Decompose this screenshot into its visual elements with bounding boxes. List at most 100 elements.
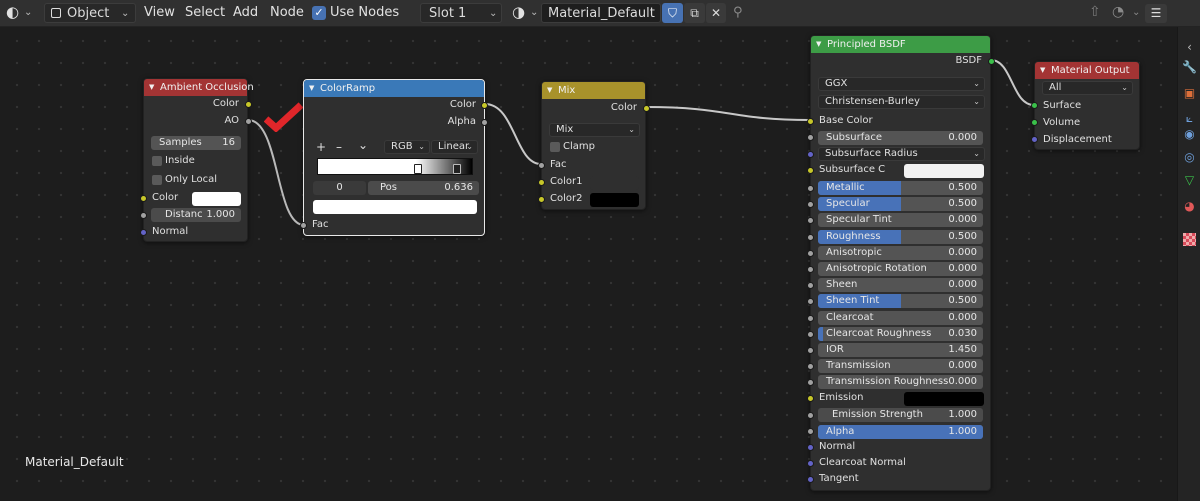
- data-icon[interactable]: ▽: [1182, 173, 1197, 188]
- close-icon[interactable]: ✕: [706, 3, 726, 23]
- constraint-icon[interactable]: ◎: [1182, 150, 1197, 165]
- chevron-down-icon[interactable]: ⌄: [1132, 0, 1140, 27]
- slider-clearcoat-roughness[interactable]: Clearcoat Roughness 0.030: [818, 327, 983, 341]
- grid-icon[interactable]: ☰: [1145, 4, 1167, 23]
- gradient-bar[interactable]: [317, 158, 473, 175]
- samples-field[interactable]: Samples 16: [151, 136, 241, 150]
- collapse-icon[interactable]: ▼: [1040, 62, 1045, 79]
- menu-view[interactable]: View: [144, 0, 175, 27]
- slider-clearcoat[interactable]: Clearcoat 0.000: [818, 311, 983, 325]
- subsurface-radius-socket[interactable]: [807, 151, 814, 158]
- ramp-menu-button[interactable]: ⌄: [358, 138, 368, 152]
- slider-socket[interactable]: [807, 282, 814, 289]
- mode-dropdown[interactable]: Object ⌄: [44, 3, 136, 23]
- input-color2-socket[interactable]: [538, 196, 545, 203]
- distance-field[interactable]: Distanc 1.000: [151, 208, 241, 222]
- slider-socket[interactable]: [807, 185, 814, 192]
- texture-icon[interactable]: [1183, 233, 1196, 246]
- interpolation-dropdown[interactable]: Linear ⌄: [431, 140, 478, 154]
- color2-swatch[interactable]: [590, 193, 639, 207]
- slider-specular-tint[interactable]: Specular Tint 0.000: [818, 213, 983, 227]
- menu-select[interactable]: Select: [185, 0, 225, 27]
- tool-icon[interactable]: 🔧: [1182, 60, 1197, 75]
- pin-icon[interactable]: ⚲: [733, 0, 743, 27]
- volume-socket[interactable]: [1031, 119, 1038, 126]
- tangent-socket[interactable]: [807, 476, 814, 483]
- slider-roughness[interactable]: Roughness 0.500: [818, 230, 983, 244]
- input-color-swatch[interactable]: [192, 192, 241, 206]
- alpha-socket[interactable]: [807, 428, 814, 435]
- slider-socket[interactable]: [807, 315, 814, 322]
- input-fac-socket[interactable]: [538, 162, 545, 169]
- menu-node[interactable]: Node: [270, 0, 304, 27]
- emission-swatch[interactable]: [904, 392, 984, 406]
- node-mix[interactable]: ▼ Mix Color Mix ⌄ Clamp Fac Color1 Color2: [538, 81, 650, 210]
- output-bsdf-socket[interactable]: [988, 58, 995, 65]
- material-icon[interactable]: ◕: [1182, 199, 1197, 214]
- input-color1-socket[interactable]: [538, 179, 545, 186]
- node-colorramp[interactable]: ▼ ColorRamp Color Alpha + – ⌄ RGB ⌄ Linear…: [300, 79, 488, 236]
- distribution-dropdown[interactable]: GGX ⌄: [818, 77, 985, 91]
- collapse-icon[interactable]: ▼: [149, 79, 154, 96]
- slider-socket[interactable]: [807, 363, 814, 370]
- only-local-checkbox[interactable]: [152, 175, 162, 185]
- duplicate-icon[interactable]: ⧉: [684, 3, 705, 23]
- subsurface-socket[interactable]: [807, 134, 814, 141]
- slider-ior[interactable]: IOR 1.450: [818, 343, 983, 357]
- slider-socket[interactable]: [807, 347, 814, 354]
- ramp-stop-handle[interactable]: [414, 164, 422, 174]
- output-color-socket[interactable]: [643, 105, 650, 112]
- slider-socket[interactable]: [807, 217, 814, 224]
- menu-add[interactable]: Add: [233, 0, 258, 27]
- remove-stop-button[interactable]: –: [336, 140, 342, 154]
- material-sphere-icon[interactable]: ◑: [512, 0, 525, 27]
- chevron-down-icon[interactable]: ⌄: [24, 7, 32, 18]
- inside-checkbox[interactable]: [152, 156, 162, 166]
- stop-position-field[interactable]: Pos 0.636: [368, 181, 479, 195]
- emission-socket[interactable]: [807, 395, 814, 402]
- chevron-down-icon[interactable]: ⌄: [530, 7, 538, 18]
- slider-metallic[interactable]: Metallic 0.500: [818, 181, 983, 195]
- slider-sheen[interactable]: Sheen 0.000: [818, 278, 983, 292]
- output-color-socket[interactable]: [245, 101, 252, 108]
- output-ao-socket[interactable]: [245, 118, 252, 125]
- blend-type-dropdown[interactable]: Mix ⌄: [549, 123, 640, 137]
- slider-anisotropic-rotation[interactable]: Anisotropic Rotation 0.000: [818, 262, 983, 276]
- view-icon[interactable]: ▣: [1182, 86, 1197, 101]
- normal-socket[interactable]: [140, 229, 147, 236]
- displacement-socket[interactable]: [1031, 136, 1038, 143]
- color1-swatch[interactable]: [590, 176, 639, 190]
- distance-socket[interactable]: [140, 212, 147, 219]
- input-fac-socket[interactable]: [300, 222, 307, 229]
- input-color-socket[interactable]: [140, 195, 147, 202]
- object-icon[interactable]: ⟀: [1182, 111, 1197, 126]
- emission-strength-socket[interactable]: [807, 412, 814, 419]
- parent-up-icon[interactable]: ⇧: [1089, 0, 1101, 27]
- slider-socket[interactable]: [807, 298, 814, 305]
- node-editor-canvas[interactable]: Material_Default ▼ Ambient Occlusion Colo…: [0, 0, 1200, 501]
- output-alpha-socket[interactable]: [481, 119, 488, 126]
- clamp-checkbox[interactable]: [550, 142, 560, 152]
- slider-specular[interactable]: Specular 0.500: [818, 197, 983, 211]
- node-ambient-occlusion[interactable]: ▼ Ambient Occlusion Color AO Samples 16 In…: [140, 78, 254, 242]
- collapse-icon[interactable]: ▼: [309, 80, 314, 97]
- stop-color-swatch[interactable]: [313, 200, 477, 214]
- slider-anisotropic[interactable]: Anisotropic 0.000: [818, 246, 983, 260]
- slider-socket[interactable]: [807, 379, 814, 386]
- ramp-stop-handle[interactable]: [453, 164, 461, 174]
- subsurface-radius-dropdown[interactable]: Subsurface Radius ⌄: [818, 147, 985, 161]
- slot-dropdown[interactable]: Slot 1 ⌄: [420, 3, 502, 23]
- collapse-icon[interactable]: ▼: [547, 82, 552, 99]
- use-nodes-checkbox[interactable]: ✓: [312, 6, 326, 20]
- fake-user-shield-icon[interactable]: ⛉: [662, 3, 683, 23]
- editor-type-icon[interactable]: ◐: [6, 0, 19, 27]
- alpha-slider[interactable]: Alpha 1.000: [818, 425, 983, 439]
- slider-socket[interactable]: [807, 250, 814, 257]
- slider-socket[interactable]: [807, 234, 814, 241]
- physics-icon[interactable]: ◉: [1182, 127, 1197, 142]
- target-dropdown[interactable]: All ⌄: [1042, 81, 1133, 95]
- output-color-socket[interactable]: [481, 102, 488, 109]
- sidebar-toggle-icon[interactable]: ‹: [1182, 40, 1197, 55]
- subsurface-field[interactable]: Subsurface 0.000: [818, 131, 983, 145]
- backdrop-icon[interactable]: ◔: [1112, 0, 1124, 27]
